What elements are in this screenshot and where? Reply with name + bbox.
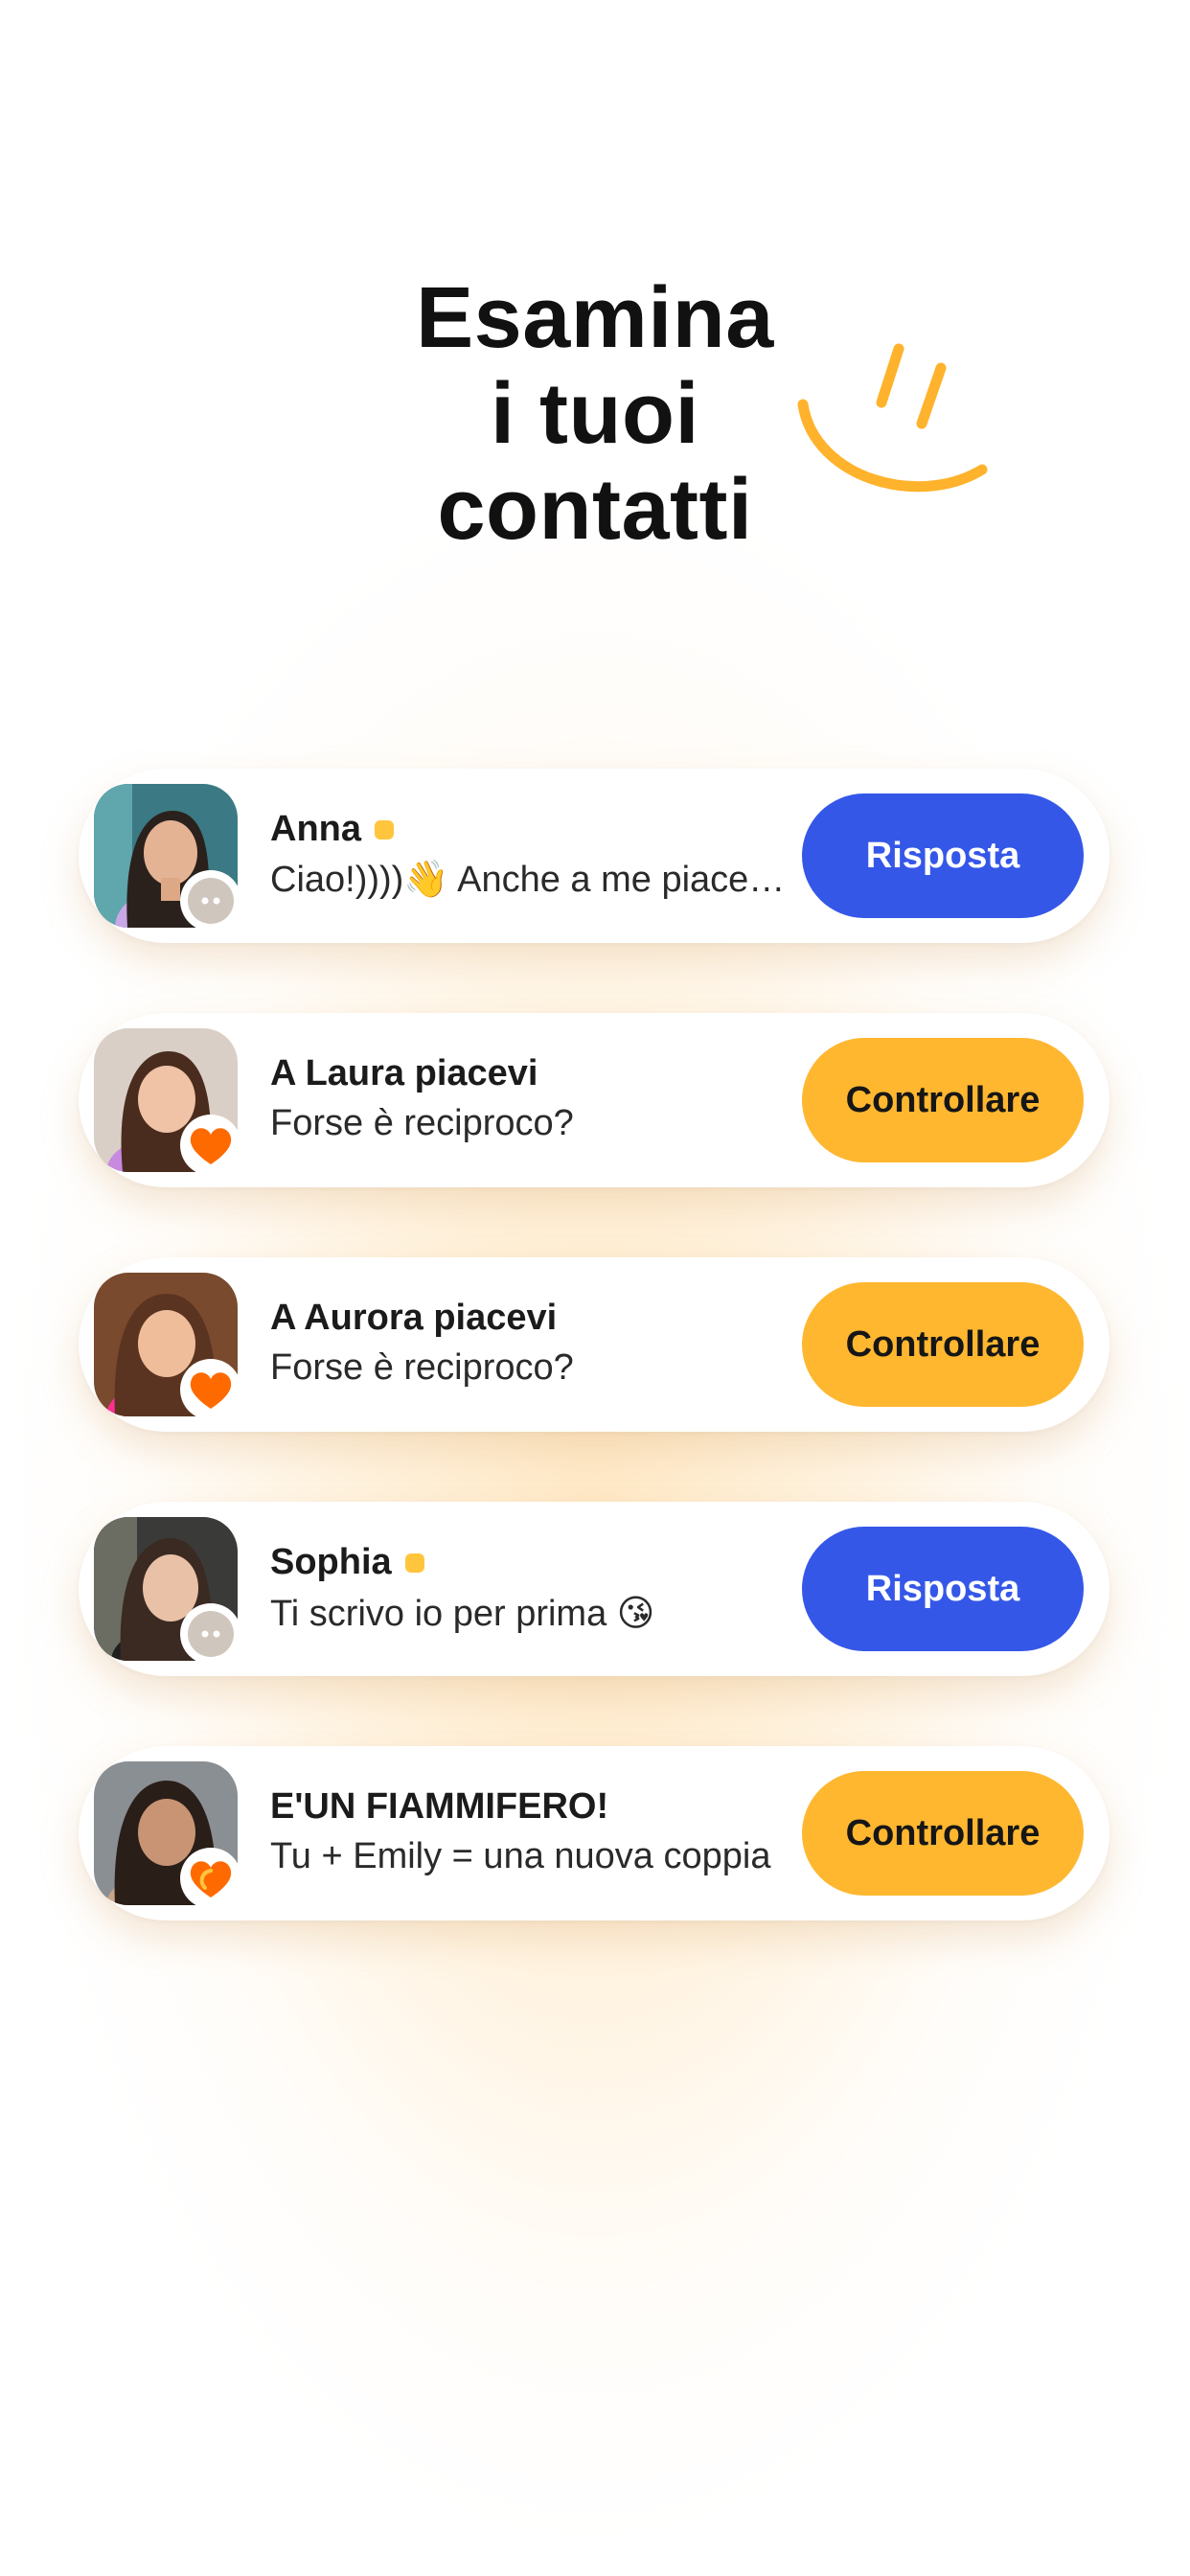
contact-message: Tu + Emily = una nuova coppia <box>270 1836 771 1876</box>
chat-bubble-icon <box>180 1603 241 1665</box>
match-heart-icon <box>180 1848 241 1909</box>
contact-name: A Aurora piacevi <box>270 1298 558 1338</box>
contact-card-match[interactable]: E'UN FIAMMIFERO! Tu + Emily = una nuova … <box>79 1746 1110 1920</box>
contact-message: Forse è reciproco? <box>270 1103 574 1143</box>
smile-doodle-icon <box>797 343 988 493</box>
contact-card-sophia[interactable]: Sophia Ti scrivo io per prima 😘 Risposta <box>79 1502 1110 1676</box>
contact-message: Ciao!))))👋 Anche a me piace.... <box>270 860 788 900</box>
chat-bubble-icon <box>180 870 241 932</box>
contact-card-anna[interactable]: Anna Ciao!))))👋 Anche a me piace.... Ris… <box>79 769 1110 943</box>
contact-name: E'UN FIAMMIFERO! <box>270 1786 609 1827</box>
online-indicator <box>404 1552 424 1573</box>
contact-message: Forse è reciproco? <box>270 1347 574 1388</box>
contact-name: Sophia <box>270 1542 424 1583</box>
heart-icon <box>180 1115 241 1176</box>
contact-card-laura[interactable]: A Laura piacevi Forse è reciproco? Contr… <box>79 1013 1110 1187</box>
reply-button[interactable]: Risposta <box>802 794 1084 918</box>
contact-name: Anna <box>270 809 394 850</box>
check-button[interactable]: Controllare <box>802 1282 1084 1407</box>
heart-icon <box>180 1359 241 1420</box>
check-button[interactable]: Controllare <box>802 1771 1084 1896</box>
reply-button[interactable]: Risposta <box>802 1527 1084 1651</box>
online-indicator <box>375 819 394 840</box>
contact-message: Ti scrivo io per prima 😘 <box>270 1594 655 1634</box>
contact-card-aurora[interactable]: A Aurora piacevi Forse è reciproco? Cont… <box>79 1257 1110 1432</box>
contact-name: A Laura piacevi <box>270 1053 538 1093</box>
check-button[interactable]: Controllare <box>802 1038 1084 1162</box>
